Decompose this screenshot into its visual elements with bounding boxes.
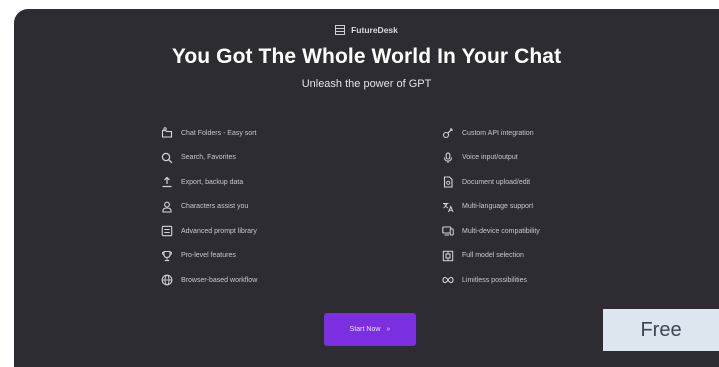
brand-name: FutureDesk — [351, 25, 398, 35]
feature-label: Multi-device compatibility — [462, 227, 540, 235]
chip-icon — [442, 250, 454, 262]
translate-icon — [442, 201, 454, 213]
page-title: You Got The Whole World In Your Chat — [171, 45, 562, 68]
page-subtitle: Unleash the power of GPT — [301, 78, 432, 90]
upload-icon — [161, 176, 173, 188]
feature-item: Browser-based workflow — [161, 268, 257, 293]
feature-label: Chat Folders - Easy sort — [181, 129, 257, 137]
feature-label: Pro-level features — [181, 252, 236, 260]
grid-logo-icon — [335, 25, 346, 35]
feature-item: Custom API integration — [442, 121, 540, 146]
user-icon — [161, 201, 173, 213]
feature-item: Characters assist you — [161, 195, 257, 220]
microphone-icon — [442, 152, 454, 164]
document-icon — [442, 176, 454, 188]
feature-list-left: Chat Folders - Easy sort Search, Favorit… — [161, 121, 257, 293]
devices-icon — [442, 225, 454, 237]
feature-label: Characters assist you — [181, 203, 249, 211]
feature-item: Advanced prompt library — [161, 219, 257, 244]
double-chevron-right-icon: » — [386, 326, 391, 333]
feature-item: Document upload/edit — [442, 170, 540, 195]
feature-item: Multi-device compatibility — [442, 219, 540, 244]
feature-item: Chat Folders - Easy sort — [161, 121, 257, 146]
feature-item: Pro-level features — [161, 244, 257, 269]
brand: FutureDesk — [14, 25, 719, 35]
feature-label: Multi-language support — [462, 203, 534, 211]
feature-label: Limitless possibilities — [462, 276, 527, 284]
feature-label: Advanced prompt library — [181, 227, 257, 235]
feature-item: Multi-language support — [442, 195, 540, 220]
feature-list-right: Custom API integration Voice input/outpu… — [442, 121, 540, 293]
feature-item: Full model selection — [442, 244, 540, 269]
feature-item: Export, backup data — [161, 170, 257, 195]
feature-item: Voice input/output — [442, 146, 540, 171]
feature-label: Export, backup data — [181, 178, 244, 186]
feature-label: Full model selection — [462, 252, 524, 260]
feature-label: Search, Favorites — [181, 154, 236, 162]
trophy-icon — [161, 250, 173, 262]
feature-label: Browser-based workflow — [181, 276, 258, 284]
start-now-label: Start Now — [349, 326, 381, 333]
feature-item: Limitless possibilities — [442, 268, 540, 293]
plug-icon — [442, 127, 454, 139]
start-now-button[interactable]: Start Now » — [324, 313, 416, 346]
list-icon — [161, 225, 173, 237]
feature-label: Voice input/output — [462, 154, 518, 162]
search-icon — [161, 152, 173, 164]
free-badge: Free — [603, 309, 719, 351]
feature-label: Document upload/edit — [462, 178, 531, 186]
feature-label: Custom API integration — [462, 129, 534, 137]
infinity-icon — [442, 274, 454, 286]
feature-item: Search, Favorites — [161, 146, 257, 171]
globe-icon — [161, 274, 173, 286]
folder-icon — [161, 127, 173, 139]
